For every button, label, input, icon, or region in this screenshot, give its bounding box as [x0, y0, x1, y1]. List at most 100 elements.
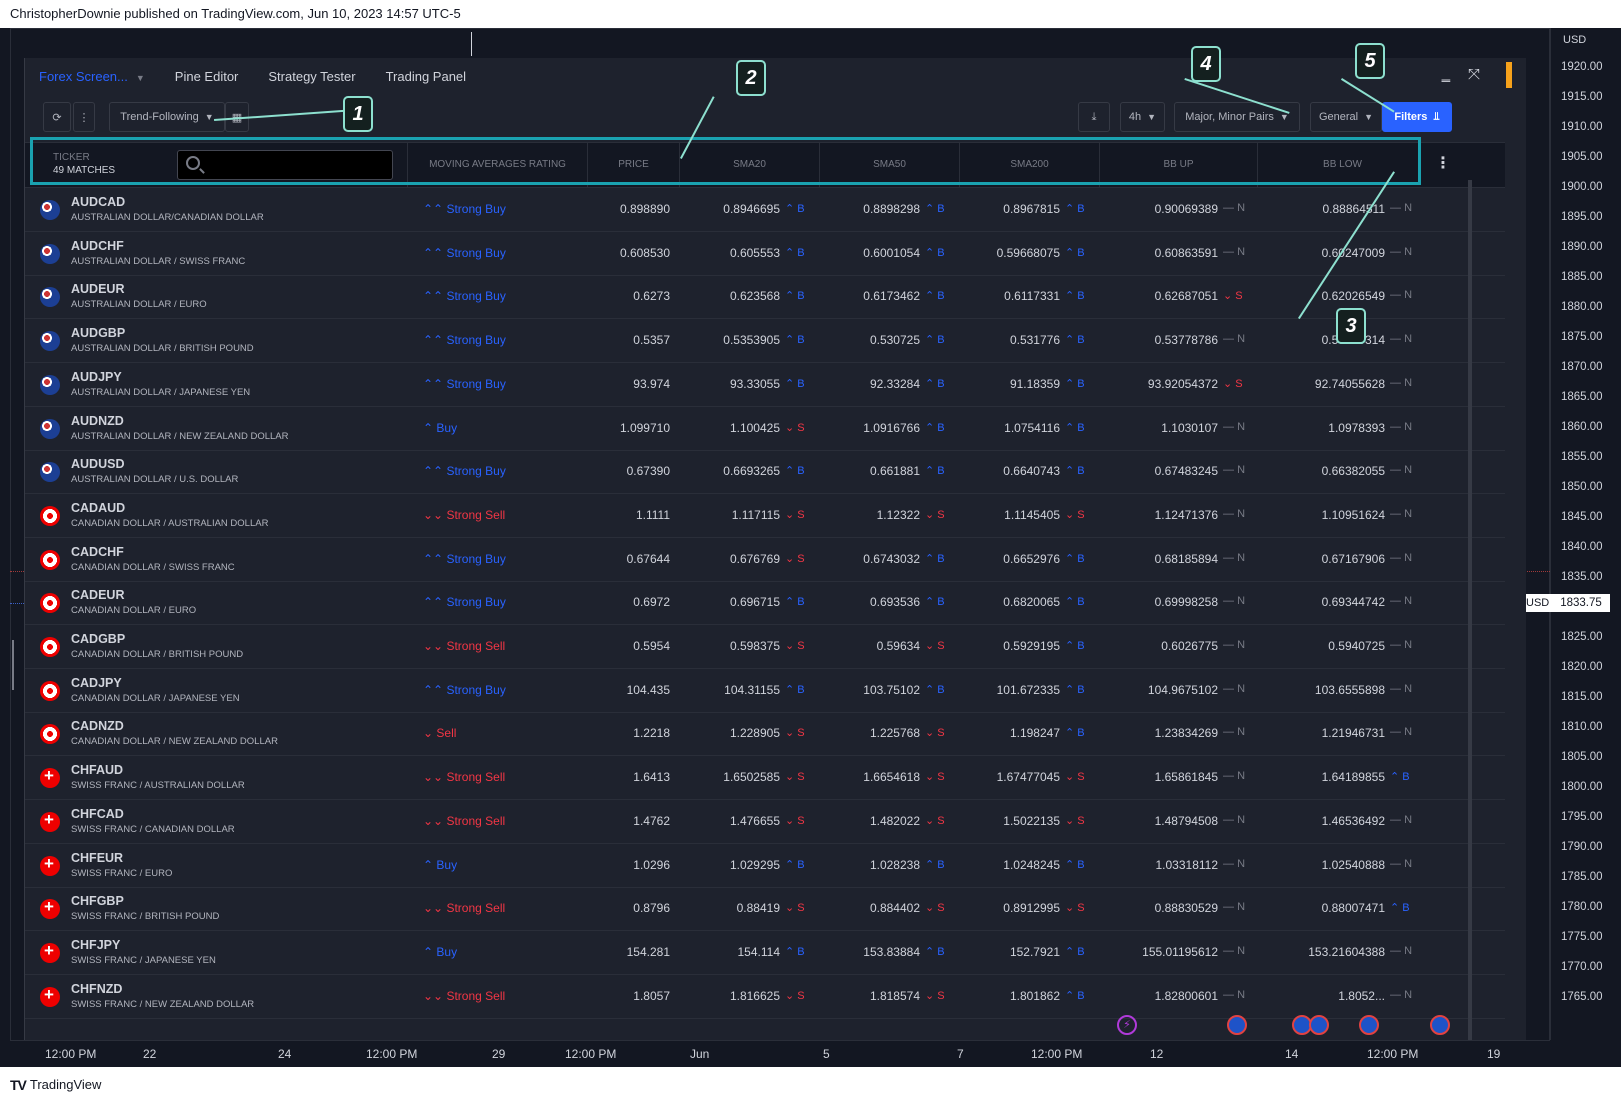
sma50-cell: 0.59634 — [876, 639, 920, 653]
signal-label: N — [1237, 202, 1246, 214]
ticker-symbol[interactable]: CHFGBP — [71, 894, 124, 908]
ticker-symbol[interactable]: CHFAUD — [71, 763, 123, 777]
table-row[interactable]: CHFGBP Swiss Franc / British Pound ⌄⌄ St… — [25, 887, 1505, 932]
ticker-symbol[interactable]: CADJPY — [71, 676, 122, 690]
table-row[interactable]: CADEUR Canadian Dollar / Euro ⌃⌃ Strong … — [25, 581, 1505, 626]
table-row[interactable]: CADAUD Canadian Dollar / Australian Doll… — [25, 494, 1505, 538]
price-tick: 1845.00 — [1561, 511, 1603, 523]
signal-label: B — [937, 683, 945, 696]
currency-flag-icon — [40, 549, 60, 570]
preset-dropdown[interactable]: Trend-Following ▼ — [109, 102, 225, 132]
currency-flag-icon — [40, 505, 60, 526]
table-row[interactable]: AUDCAD Australian Dollar/Canadian Dollar… — [25, 188, 1505, 232]
table-row[interactable]: CADNZD Canadian Dollar / New Zealand Dol… — [25, 712, 1505, 757]
table-row[interactable]: CHFCAD Swiss Franc / Canadian Dollar ⌄⌄ … — [25, 800, 1505, 844]
table-row[interactable]: CHFNZD Swiss Franc / New Zealand Dollar … — [25, 975, 1505, 1019]
tab-strategy-tester[interactable]: Strategy Tester — [268, 69, 355, 84]
bb-low-cell: 0.69344742 — [1321, 595, 1385, 610]
us-flag-icon[interactable] — [1309, 1015, 1329, 1035]
ticker-symbol[interactable]: CADNZD — [71, 719, 124, 733]
more-options-button[interactable]: ⋮ — [73, 102, 95, 132]
time-tick: 12:00 PM — [565, 1047, 617, 1061]
lightning-event-icon[interactable]: ⚡ — [1117, 1015, 1137, 1035]
rating-label: Strong Buy — [446, 376, 506, 391]
bb-low-cell: 92.74055628 — [1314, 376, 1385, 391]
table-row[interactable]: AUDGBP Australian Dollar / British Pound… — [25, 319, 1505, 364]
bb-low-cell: 0.88864511 — [1322, 202, 1385, 216]
ticker-symbol[interactable]: CADAUD — [71, 501, 125, 515]
sma50-signal: ⌃ B — [925, 945, 945, 958]
time-axis[interactable]: 12:00 PM 22 24 12:00 PM 29 12:00 PM Jun 5 7 12:00… — [10, 1040, 1550, 1067]
ticker-symbol[interactable]: AUDEUR — [71, 282, 124, 296]
export-button[interactable]: ⤓ — [1078, 102, 1110, 132]
ticker-description: Australian Dollar/Canadian Dollar — [71, 212, 264, 223]
rating-label: Strong Sell — [446, 901, 506, 916]
rating-arrow-icon: ⌃⌃ — [423, 464, 447, 479]
ticker-symbol[interactable]: AUDCAD — [71, 195, 125, 209]
ticker-symbol[interactable]: CADEUR — [71, 588, 124, 602]
signal-label: N — [1237, 333, 1246, 346]
signal-label: B — [937, 246, 945, 259]
currency-flag-icon — [40, 374, 60, 395]
maximize-icon[interactable]: ⤧ — [1468, 66, 1480, 83]
minimize-icon[interactable]: ‗ — [1442, 66, 1450, 83]
refresh-button[interactable]: ⟳ — [43, 102, 71, 132]
us-flag-icon[interactable] — [1359, 1015, 1379, 1035]
ticker-symbol[interactable]: CHFEUR — [71, 851, 123, 865]
ticker-symbol[interactable]: AUDJPY — [71, 370, 122, 384]
bb-up-cell: 0.90069389 — [1154, 202, 1218, 216]
columns-dropdown[interactable]: General ▼ — [1310, 102, 1382, 132]
vertical-scrollbar[interactable] — [1468, 180, 1472, 1040]
ticker-symbol[interactable]: AUDUSD — [71, 457, 124, 471]
sma200-cell: 1.198247 — [1009, 726, 1060, 741]
table-row[interactable]: AUDJPY Australian Dollar / Japanese Yen … — [25, 363, 1505, 407]
us-flag-icon[interactable] — [1430, 1015, 1450, 1035]
signal-label: B — [797, 945, 805, 958]
ticker-symbol[interactable]: CHFNZD — [71, 982, 122, 996]
bb-up-signal: — N — [1223, 464, 1246, 477]
bb-low-signal: — N — [1390, 551, 1413, 564]
signal-label: B — [797, 203, 805, 215]
ticker-symbol[interactable]: AUDGBP — [71, 326, 125, 340]
sma200-cell: 1.801862 — [1009, 988, 1060, 1003]
ticker-description: Australian Dollar / New Zealand Dollar — [71, 430, 289, 442]
price-axis[interactable]: USD 1920.00 1915.00 1910.00 1905.00 1900.00 1… — [1550, 28, 1621, 1040]
tab-forex-screener[interactable]: Forex Screen... ▼ — [39, 69, 145, 84]
ticker-description: Swiss Franc / New Zealand Dollar — [71, 998, 255, 1010]
table-row[interactable]: CADCHF Canadian Dollar / Swiss Franc ⌃⌃ … — [25, 538, 1505, 582]
table-row[interactable]: CADJPY Canadian Dollar / Japanese Yen ⌃⌃… — [25, 669, 1505, 713]
rating-label: Buy — [436, 944, 458, 959]
sma20-signal: ⌃ B — [785, 246, 805, 259]
table-row[interactable]: CHFAUD Swiss Franc / Australian Dollar ⌄… — [25, 756, 1505, 801]
table-row[interactable]: CADGBP Canadian Dollar / British Pound ⌄… — [25, 625, 1505, 669]
table-row[interactable]: AUDCHF Australian Dollar / Swiss Franc ⌃… — [25, 232, 1505, 276]
tab-pine-editor[interactable]: Pine Editor — [175, 69, 239, 84]
ticker-symbol[interactable]: CADCHF — [71, 545, 124, 559]
interval-dropdown[interactable]: 4h ▼ — [1120, 102, 1165, 132]
pairs-dropdown[interactable]: Major, Minor Pairs ▼ — [1174, 102, 1300, 132]
table-row[interactable]: CHFEUR Swiss Franc / Euro ⌃ Buy 1.0296 1… — [25, 844, 1505, 888]
sma20-signal: ⌄ S — [785, 727, 805, 740]
ticker-symbol[interactable]: AUDCHF — [71, 239, 124, 253]
table-row[interactable]: AUDUSD Australian Dollar / U.S. Dollar ⌃… — [25, 450, 1505, 495]
filters-button[interactable]: Filters ⫫ — [1382, 102, 1452, 132]
signal-label: S — [797, 552, 805, 565]
table-row[interactable]: CHFJPY Swiss Franc / Japanese Yen ⌃ Buy … — [25, 931, 1505, 975]
tab-trading-panel[interactable]: Trading Panel — [386, 69, 466, 84]
bb-up-signal: — N — [1223, 857, 1246, 870]
sma50-signal: ⌃ B — [925, 858, 945, 871]
ticker-symbol[interactable]: CADGBP — [71, 632, 125, 646]
time-tick: 24 — [278, 1047, 292, 1061]
signal-label: N — [1237, 595, 1246, 608]
ticker-symbol[interactable]: CHFCAD — [71, 807, 124, 821]
table-row[interactable]: AUDEUR Australian Dollar / Euro ⌃⌃ Stron… — [25, 275, 1505, 320]
table-row[interactable]: AUDNZD Australian Dollar / New Zealand D… — [25, 407, 1505, 451]
ticker-symbol[interactable]: CHFJPY — [71, 938, 120, 952]
sma50-signal: ⌃ B — [925, 377, 945, 390]
chevron-down-icon[interactable]: ▼ — [136, 73, 145, 83]
ticker-symbol[interactable]: AUDNZD — [71, 414, 124, 428]
time-tick: 12:00 PM — [366, 1047, 418, 1061]
sma50-cell: 1.028238 — [869, 857, 920, 872]
us-flag-icon[interactable] — [1227, 1015, 1247, 1035]
column-settings-icon[interactable]: ⋮ — [1435, 153, 1517, 173]
